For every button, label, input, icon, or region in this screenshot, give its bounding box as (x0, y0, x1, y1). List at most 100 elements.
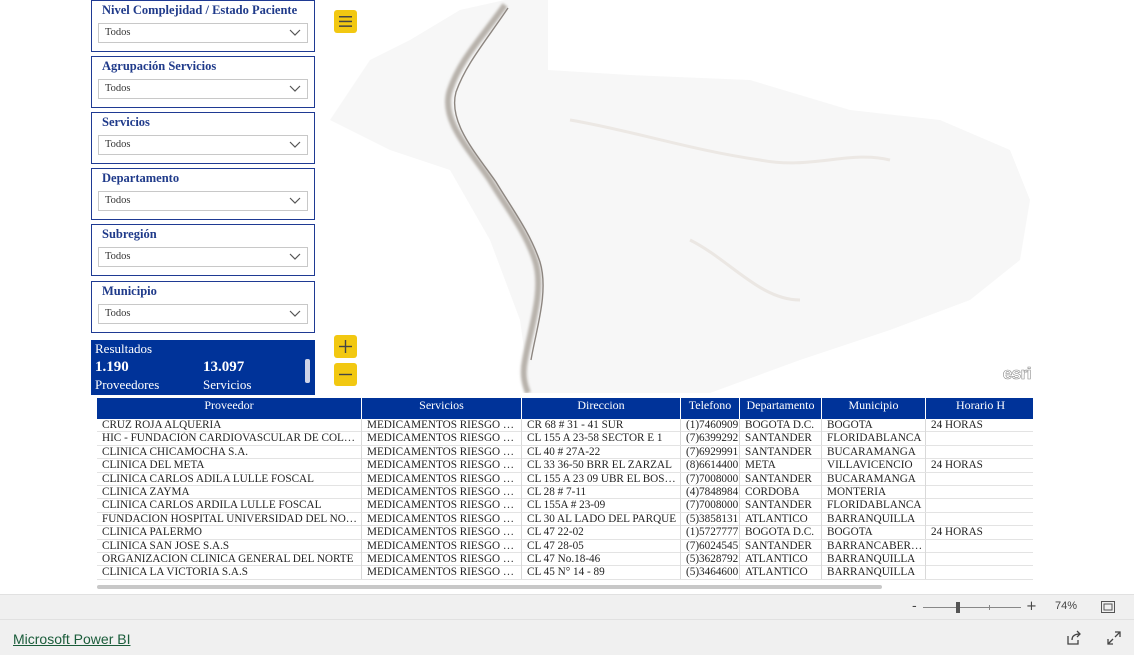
table-cell: (7)7008000 (681, 472, 740, 486)
table-cell (926, 473, 1033, 486)
table-cell (926, 432, 1033, 445)
table-cell: BOGOTA (822, 526, 926, 540)
map-zoom-in-button[interactable] (334, 335, 357, 358)
table-row[interactable]: ORGANIZACION CLINICA GENERAL DEL NORTE ME… (97, 553, 1033, 567)
filter-dropdown[interactable]: Todos (98, 23, 308, 43)
column-header[interactable]: Telefono (681, 398, 740, 419)
table-row[interactable]: FUNDACION HOSPITAL UNIVERSIDAD DEL NORTE… (97, 512, 1033, 527)
table-cell: CL 155 A 23 09 UBR EL BOSQUE (522, 472, 681, 486)
table-cell: MEDICAMENTOS RIESGO BAJO (362, 432, 522, 446)
results-card: Resultados 1.190 Proveedores 13.097 Serv… (91, 340, 315, 395)
table-cell: (5)3858131 (681, 512, 740, 526)
table-cell: ORGANIZACION CLINICA GENERAL DEL NORTE (97, 553, 362, 566)
table-cell: MEDICAMENTOS RIESGO BAJO (362, 526, 522, 540)
filter-dropdown[interactable]: Todos (98, 191, 308, 211)
table-cell: MEDICAMENTOS RIESGO BAJO (362, 445, 522, 459)
table-cell: ATLANTICO (740, 512, 822, 526)
column-header[interactable]: Servicios (362, 398, 522, 419)
table-cell: MONTERIA (822, 486, 926, 499)
table-cell: MEDICAMENTOS RIESGO BAJO (362, 566, 522, 580)
footer-bar: Microsoft Power BI (0, 619, 1134, 655)
column-header[interactable]: Departamento (740, 398, 822, 419)
results-scrollbar[interactable] (305, 359, 310, 383)
table-cell: SANTANDER (740, 432, 822, 446)
filter-value: Todos (105, 27, 131, 38)
table-cell: CLINICA ZAYMA (97, 486, 362, 499)
table-cell: BARRANCABERMEJA (822, 539, 926, 553)
table-horizontal-scrollbar[interactable] (97, 585, 882, 589)
power-bi-link[interactable]: Microsoft Power BI (13, 631, 130, 647)
table-cell: CR 68 # 31 - 41 SUR (522, 419, 681, 432)
table-cell (926, 540, 1033, 553)
services-count: 13.097 (203, 359, 245, 375)
table-cell: (7)6024545 (681, 539, 740, 553)
table-row[interactable]: CLINICA CARLOS ADILA LULLE FOSCAL MEDICAM… (97, 472, 1033, 486)
chevron-down-icon (289, 85, 301, 92)
providers-table: Proveedor Servicios Direccion Telefono Depar… (97, 398, 1033, 588)
table-cell (926, 486, 1033, 499)
filter-dropdown[interactable]: Todos (98, 304, 308, 324)
table-row[interactable]: CLINICA CARLOS ARDILA LULLE FOSCAL MEDICA… (97, 499, 1033, 513)
table-row[interactable]: CLINICA DEL META MEDICAMENTOS RIESGO BAJO… (97, 459, 1033, 473)
table-row[interactable]: CLINICA SAN JOSE S.A.S MEDICAMENTOS RIESG… (97, 539, 1033, 553)
filter-dropdown[interactable]: Todos (98, 247, 308, 267)
filter-dropdown[interactable]: Todos (98, 79, 308, 99)
zoom-slider-thumb[interactable] (956, 602, 960, 613)
table-row[interactable]: CLINICA CHICAMOCHA S.A. MEDICAMENTOS RIES… (97, 445, 1033, 460)
column-header[interactable]: Direccion (522, 398, 681, 419)
chevron-down-icon (289, 253, 301, 260)
table-row[interactable]: HIC - FUNDACIÓN CARDIOVASCULAR DE COLOMB… (97, 432, 1033, 446)
map-zoom-out-button[interactable] (334, 363, 357, 386)
column-header[interactable]: Municipio (822, 398, 926, 419)
zoom-level: 74% (1055, 600, 1078, 612)
filter-label: Agrupación Servicios (102, 59, 217, 73)
table-cell: CLINICA CARLOS ARDILA LULLE FOSCAL (97, 499, 362, 513)
zoom-slider-track[interactable] (923, 607, 1021, 608)
table-cell: 24 HORAS (926, 419, 1033, 432)
table-cell: FLORIDABLANCA (822, 432, 926, 446)
map-visual[interactable]: esri (330, 0, 1040, 393)
filter-slicer: Servicios Todos (91, 112, 315, 164)
filter-slicer: Nivel Complejidad / Estado Paciente Todos (91, 0, 315, 52)
table-cell: CL 47 No.18-46 (522, 553, 681, 566)
chevron-down-icon (289, 29, 301, 36)
zoom-in-button[interactable]: + (1026, 599, 1037, 614)
table-cell: ATLANTICO (740, 566, 822, 580)
table-row[interactable]: CRUZ ROJA ALQUERIA MEDICAMENTOS RIESGO BA… (97, 419, 1033, 433)
table-cell: MEDICAMENTOS RIESGO BAJO (362, 486, 522, 499)
fullscreen-icon[interactable] (1106, 630, 1122, 646)
table-cell: BOGOTA (822, 419, 926, 432)
table-cell: MEDICAMENTOS RIESGO BAJO (362, 553, 522, 566)
fit-to-page-icon[interactable] (1101, 601, 1115, 613)
table-cell (926, 499, 1033, 512)
table-cell: CL 28 # 7-11 (522, 486, 681, 499)
table-cell: CLINICA SAN JOSE S.A.S (97, 539, 362, 553)
chevron-down-icon (289, 310, 301, 317)
table-cell: MEDICAMENTOS RIESGO BAJO (362, 512, 522, 526)
table-row[interactable]: CLINICA PALERMO MEDICAMENTOS RIESGO BAJO C… (97, 526, 1033, 540)
table-cell: CLINICA CARLOS ADILA LULLE FOSCAL (97, 472, 362, 486)
share-icon[interactable] (1066, 630, 1082, 646)
map-basemap (330, 0, 1040, 393)
table-cell: BOGOTA D.C. (740, 419, 822, 432)
filter-value: Todos (105, 308, 131, 319)
table-row[interactable]: CLINICA LA VICTORIA S.A.S MEDICAMENTOS RI… (97, 566, 1033, 580)
table-cell: CLINICA PALERMO (97, 526, 362, 540)
zoom-out-button[interactable]: - (912, 599, 917, 614)
filter-dropdown[interactable]: Todos (98, 135, 308, 155)
filter-label: Servicios (102, 115, 150, 129)
minus-icon (339, 373, 352, 376)
table-cell: BARRANQUILLA (822, 566, 926, 580)
filter-value: Todos (105, 83, 131, 94)
table-cell: VILLAVICENCIO (822, 459, 926, 473)
results-title: Resultados (95, 341, 153, 356)
column-header[interactable]: Horario H (926, 398, 1033, 419)
plus-icon (339, 340, 352, 353)
table-cell: MEDICAMENTOS RIESGO BAJO (362, 459, 522, 473)
status-bar: - + 74% (0, 594, 1134, 619)
filter-label: Subregión (102, 227, 157, 241)
column-header[interactable]: Proveedor (97, 398, 362, 419)
map-menu-button[interactable] (334, 10, 357, 33)
table-row[interactable]: CLINICA ZAYMA MEDICAMENTOS RIESGO BAJO CL … (97, 486, 1033, 500)
table-cell: SANTANDER (740, 499, 822, 513)
